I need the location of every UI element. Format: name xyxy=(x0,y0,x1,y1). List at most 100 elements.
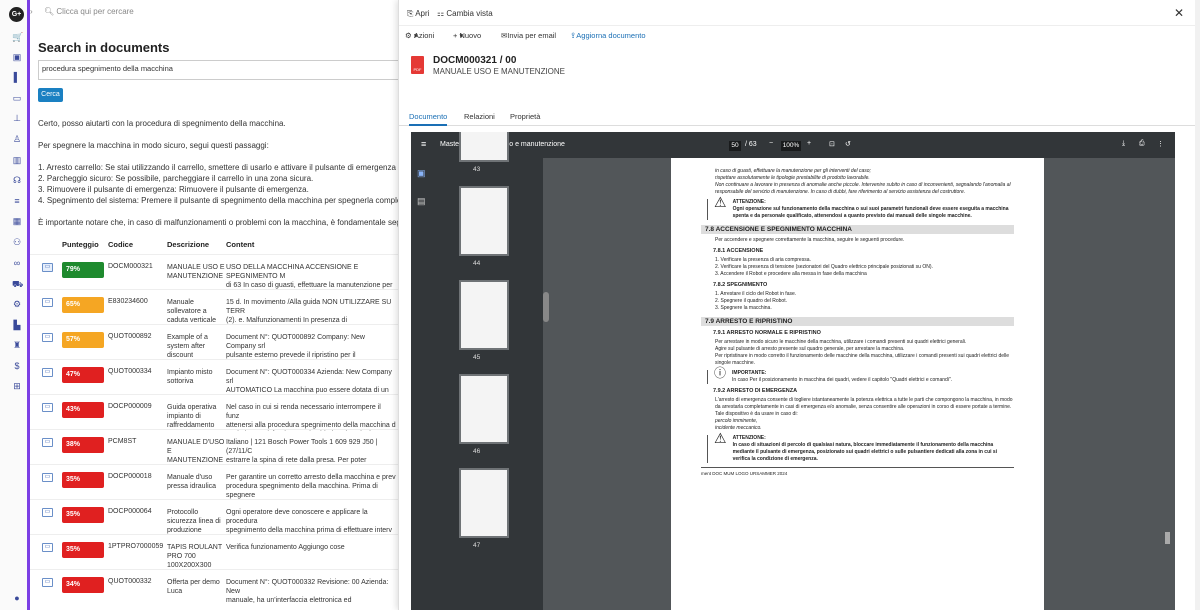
row-content: Verifica funzionamento Aggiungo cose xyxy=(226,544,345,551)
preview-icon[interactable]: ▭ xyxy=(42,368,53,377)
settings-icon[interactable]: ⚙ xyxy=(12,299,22,309)
actions-menu[interactable]: ⚙ Azioni ▾ xyxy=(405,31,434,40)
folder-icon[interactable]: ▭ xyxy=(12,93,22,103)
calendar-icon[interactable]: ▦ xyxy=(12,216,22,226)
row-code: DOCP000064 xyxy=(108,508,152,515)
print-icon[interactable]: ⎙ xyxy=(1139,140,1145,148)
page-thumbnail[interactable] xyxy=(459,374,509,444)
pdf-line: Agire sul pulsante di arresto presente s… xyxy=(715,346,905,352)
preview-icon[interactable]: ▭ xyxy=(42,298,53,307)
preview-icon[interactable]: ▭ xyxy=(42,508,53,517)
answer-line: È importante notare che, in caso di malf… xyxy=(38,218,398,227)
tab-proprieta[interactable]: Proprietà xyxy=(510,112,540,121)
headset-icon[interactable]: ☊ xyxy=(12,175,22,185)
page-scrollbar[interactable] xyxy=(1165,532,1170,544)
warning-icon-2: ⚠ xyxy=(714,430,727,446)
attention-box-2: ⚠ ATTENZIONE: In caso di situazioni di pe… xyxy=(707,430,1014,463)
expand-icon[interactable]: › xyxy=(30,7,33,16)
person-icon[interactable]: ♙ xyxy=(12,134,22,144)
link-icon[interactable]: ∞ xyxy=(12,258,22,268)
zoom-input[interactable]: 100% xyxy=(781,141,801,151)
fit-page-icon[interactable]: ⊡ xyxy=(829,140,835,148)
page-thumbnail[interactable] xyxy=(459,132,509,162)
header-code[interactable]: Codice xyxy=(108,240,133,249)
score-badge: 35% xyxy=(62,507,104,523)
box-icon[interactable]: ▣ xyxy=(12,52,22,62)
result-row[interactable]: ▭ 38% PCM8ST MANUALE D'USO E MANUTENZIONE It… xyxy=(30,429,398,465)
result-row[interactable]: ▭ 34% QUOT000332 Offerta per demo Luca Docum… xyxy=(30,569,398,605)
result-row[interactable]: ▭ 47% QUOT000334 Impianto misto sottoriva Do… xyxy=(30,359,398,395)
row-content: Italiano | 121 Bosch Power Tools 1 609 9… xyxy=(226,439,378,464)
important-text: In caso Per il posizionamento in macchin… xyxy=(732,377,953,383)
query-textarea[interactable]: procedura spegnimento della macchina xyxy=(38,60,398,80)
tab-documento[interactable]: Documento xyxy=(409,112,448,126)
header-score[interactable]: Punteggio xyxy=(62,240,99,249)
row-content: Per garantire un corretto arresto della … xyxy=(226,474,396,499)
page-thumbnail[interactable] xyxy=(459,468,509,538)
zoom-in-icon[interactable]: + xyxy=(807,140,811,147)
result-row[interactable]: ▭ 35% 1PTPRO7000059 TAPIS ROULANT PRO 700 1… xyxy=(30,534,398,570)
factory-icon[interactable]: ▙ xyxy=(12,320,22,330)
update-document-button[interactable]: ⇪ Aggiorna documento xyxy=(570,31,646,40)
outline-icon[interactable]: ▤ xyxy=(417,196,426,207)
invoice-icon[interactable]: $ xyxy=(12,361,22,371)
new-label: Nuovo xyxy=(459,31,482,40)
header-content[interactable]: Content xyxy=(226,240,254,249)
window-scrollbar[interactable] xyxy=(1195,0,1200,610)
preview-icon[interactable]: ▭ xyxy=(42,438,53,447)
result-row[interactable]: ▭ 57% QUOT000892 Example of a system after … xyxy=(30,324,398,360)
page-thumbnail[interactable] xyxy=(459,186,509,256)
preview-icon[interactable]: ▭ xyxy=(42,333,53,342)
thumbnails-icon[interactable]: ▣ xyxy=(417,168,426,179)
result-row[interactable]: ▭ 43% DOCP000009 Guida operativa impianto d… xyxy=(30,394,398,430)
user-icon[interactable]: ● xyxy=(12,593,22,603)
zoom-out-icon[interactable]: − xyxy=(769,140,773,147)
emergency-use: Tale dispositivo è da usare in caso di: xyxy=(715,411,798,417)
thumbnail-scrollbar[interactable] xyxy=(543,292,549,322)
result-row[interactable]: ▭ 65% E830234600 Manuale sollevatore a cadu… xyxy=(30,289,398,325)
list-icon[interactable]: ≡ xyxy=(12,196,22,206)
answer-line xyxy=(38,206,398,217)
preview-icon[interactable]: ▭ xyxy=(42,578,53,587)
tab-relazioni[interactable]: Relazioni xyxy=(464,112,495,121)
download-icon[interactable]: ⤓ xyxy=(1122,140,1125,148)
cart-icon[interactable]: 🛒 xyxy=(12,32,23,42)
email-button[interactable]: ✉ Invia per email xyxy=(501,31,556,40)
menu-icon[interactable]: ≡ xyxy=(421,139,426,149)
result-row[interactable]: ▭ 35% DOCP000018 Manuale d'uso pressa idrau… xyxy=(30,464,398,500)
bar-icon[interactable]: ▌ xyxy=(12,72,22,82)
change-view-button[interactable]: ⚏ Cambia vista xyxy=(437,9,493,18)
preview-icon[interactable]: ▭ xyxy=(42,263,53,272)
result-row[interactable]: ▭ 35% DOCP000064 Protocollo sicurezza linea… xyxy=(30,499,398,535)
tree-icon[interactable]: ⊥ xyxy=(12,113,22,123)
preview-icon[interactable]: ▭ xyxy=(42,403,53,412)
building-icon[interactable]: ▥ xyxy=(12,155,22,165)
attention-title-2: ATTENZIONE: xyxy=(732,435,766,441)
row-code: E830234600 xyxy=(108,298,148,305)
open-button[interactable]: ⎘ Apri xyxy=(407,9,429,19)
rotate-icon[interactable]: ↺ xyxy=(845,140,851,148)
apps-icon[interactable]: ⊞ xyxy=(12,381,22,391)
thumbnail-number: 45 xyxy=(473,354,481,361)
new-menu[interactable]: + Nuovo ▾ xyxy=(453,31,481,40)
global-search-input[interactable]: 🔍︎ Clicca qui per cercare xyxy=(44,7,134,16)
preview-icon[interactable]: ▭ xyxy=(42,473,53,482)
preview-icon[interactable]: ▭ xyxy=(42,543,53,552)
users-icon[interactable]: ⚇ xyxy=(12,237,22,247)
close-icon[interactable]: ✕ xyxy=(1174,6,1184,20)
row-code: DOCP000009 xyxy=(108,403,152,410)
more-icon[interactable]: ⋮ xyxy=(1157,140,1164,148)
page-thumbnail[interactable] xyxy=(459,280,509,350)
app-logo[interactable]: G+ xyxy=(9,7,24,22)
row-description: Offerta per demo Luca xyxy=(167,579,220,595)
bottle-icon[interactable]: ♜ xyxy=(12,340,22,350)
page-input[interactable]: 50 xyxy=(729,141,741,151)
row-description: Example of a system after discount xyxy=(167,334,208,359)
thumbnail-number: 44 xyxy=(473,260,481,267)
result-row[interactable]: ▭ 79% DOCM000321 MANUALE USO E MANUTENZIONE… xyxy=(30,254,398,290)
header-description[interactable]: Descrizione xyxy=(167,240,209,249)
truck-icon[interactable]: ⛟ xyxy=(12,279,23,289)
search-button[interactable]: Cerca xyxy=(38,88,63,102)
pdf-line: 2. Spegnere il quadro del Robot. xyxy=(715,298,787,304)
subsection-7-9-2: 7.9.2 ARRESTO DI EMERGENZA xyxy=(713,388,798,394)
